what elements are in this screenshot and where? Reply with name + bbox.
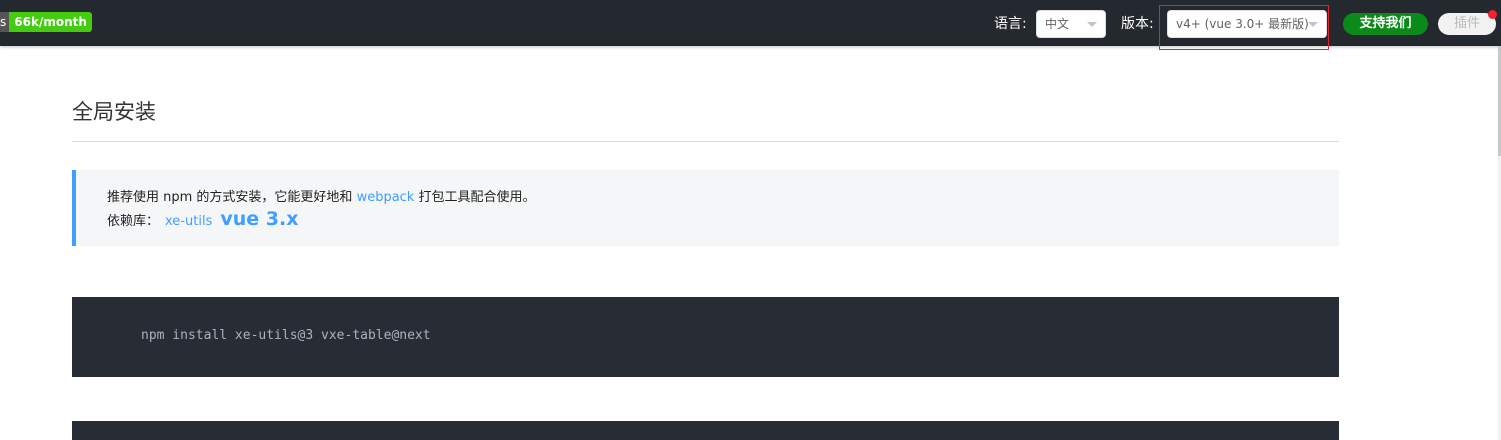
language-select[interactable]: 中文 (1036, 10, 1106, 38)
tip-box: 推荐使用 npm 的方式安装，它能更好地和 webpack 打包工具配合使用。 … (72, 170, 1339, 246)
dependency-label: 依赖库： (107, 214, 160, 229)
top-header: s 66k/month 语言: 中文 版本: v4+ (vue 3.0+ 最新版… (0, 0, 1501, 46)
downloads-badge[interactable]: s 66k/month (0, 12, 92, 32)
webpack-link[interactable]: webpack (357, 190, 415, 205)
version-label: 版本: (1121, 16, 1154, 32)
chevron-down-icon (1308, 22, 1318, 27)
vue-version-link[interactable]: vue 3.x (220, 208, 298, 230)
version-select-value: v4+ (vue 3.0+ 最新版) (1176, 17, 1309, 31)
language-select-value: 中文 (1045, 17, 1070, 31)
code-block: npm install xe-utils@3 vxe-table@next (72, 297, 1339, 377)
code-block-2 (72, 421, 1339, 440)
badge-label: s (0, 12, 10, 32)
version-select[interactable]: v4+ (vue 3.0+ 最新版) (1167, 10, 1327, 38)
badge-value: 66k/month (9, 12, 92, 32)
chevron-down-icon (1087, 22, 1097, 27)
tip-text-prefix: 推荐使用 npm 的方式安装，它能更好地和 (107, 190, 357, 205)
notification-dot (1488, 10, 1497, 19)
support-us-button[interactable]: 支持我们 (1343, 13, 1428, 35)
xe-utils-link[interactable]: xe-utils (165, 214, 212, 229)
plugin-button[interactable]: 插件 (1438, 13, 1496, 35)
divider (72, 141, 1339, 142)
language-label: 语言: (994, 16, 1027, 32)
tip-text-suffix: 打包工具配合使用。 (414, 190, 536, 205)
install-command: npm install xe-utils@3 vxe-table@next (141, 328, 431, 343)
tip-line-1: 推荐使用 npm 的方式安装，它能更好地和 webpack 打包工具配合使用。 (107, 186, 535, 205)
page-title: 全局安装 (72, 100, 156, 124)
tip-line-2: 依赖库： xe-utils vue 3.x (107, 208, 298, 230)
